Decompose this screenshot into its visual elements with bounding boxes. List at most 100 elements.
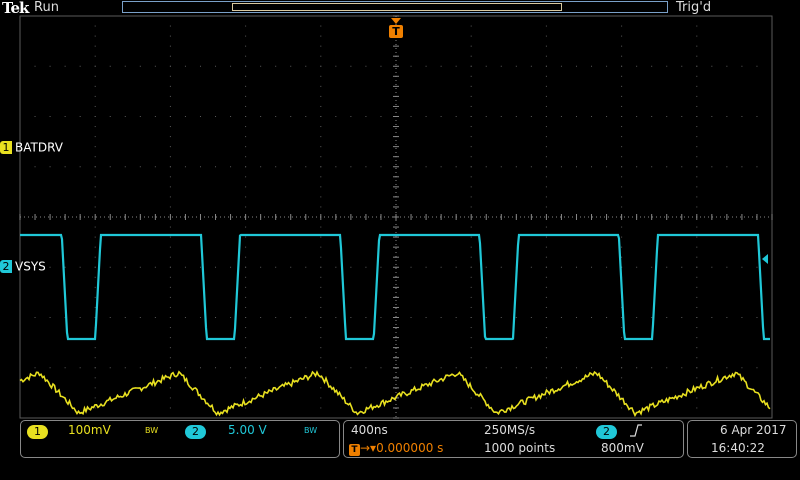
grid-dot <box>320 95 322 97</box>
grid-dot <box>49 367 51 369</box>
grid-dot <box>470 146 472 148</box>
grid-dot <box>94 276 96 278</box>
grid-dot <box>545 296 547 298</box>
grid-dot <box>109 166 111 168</box>
grid-dot <box>440 367 442 369</box>
grid-dot <box>94 65 96 67</box>
grid-dot <box>124 116 126 117</box>
grid-dot <box>470 126 472 128</box>
grid-dot <box>260 65 262 67</box>
grid-dot <box>380 166 382 168</box>
grid-dot <box>350 116 352 117</box>
grid-dot <box>124 367 126 369</box>
grid-dot <box>94 196 96 198</box>
grid-dot <box>560 65 562 67</box>
grid-dot <box>79 65 81 67</box>
grid-dot <box>245 196 247 198</box>
grid-dot <box>245 45 247 47</box>
grid-dot <box>425 166 427 168</box>
grid-dot <box>169 246 171 248</box>
channel-1-label[interactable]: 1 BATDRV <box>0 139 63 155</box>
grid-dot <box>651 367 653 369</box>
grid-dot <box>741 317 743 318</box>
trigger-marker-label: T <box>392 25 400 38</box>
grid-dot <box>545 136 547 138</box>
grid-dot <box>139 266 141 268</box>
grid-dot <box>621 146 623 148</box>
grid-dot <box>636 317 638 318</box>
grid-dot <box>109 65 111 67</box>
grid-dot <box>320 75 322 77</box>
grid-dot <box>169 397 171 399</box>
trigger-position-marker[interactable]: T <box>389 18 403 38</box>
grid-dot <box>79 166 81 168</box>
grid-dot <box>696 35 698 37</box>
grid-dot <box>681 65 683 67</box>
grid-dot <box>470 35 472 37</box>
grid-dot <box>455 166 457 168</box>
grid-dot <box>726 65 728 67</box>
grid-dot <box>184 166 186 168</box>
ch2-scale[interactable]: 5.00 V <box>228 423 267 437</box>
grid-dot <box>545 116 547 117</box>
grid-dot <box>756 317 758 318</box>
grid-dot <box>260 266 262 268</box>
grid-dot <box>305 166 307 168</box>
grid-dot <box>470 357 472 359</box>
grid-dot <box>696 176 698 178</box>
grid-dot <box>34 166 36 168</box>
ch1-badge[interactable]: 1 <box>27 425 48 439</box>
grid-dot <box>245 85 247 87</box>
grid-dot <box>305 65 307 67</box>
ch1-scale[interactable]: 100mV <box>68 423 111 437</box>
grid-dot <box>410 116 412 117</box>
grid-dot <box>681 317 683 318</box>
grid-dot <box>380 317 382 318</box>
grid-dot <box>726 367 728 369</box>
grid-dot <box>290 166 292 168</box>
timebase[interactable]: 400ns <box>351 423 388 437</box>
grid-dot <box>545 196 547 198</box>
oscilloscope-screen: Tek Run Trig'd T 1 BATDRV 2 VSYS 1 100mV B… <box>0 0 800 480</box>
grid-dot <box>94 146 96 148</box>
grid-dot <box>530 65 532 67</box>
vertical-settings-panel[interactable]: 1 100mV BW 2 5.00 V BW <box>20 420 340 458</box>
ch2-badge[interactable]: 2 <box>185 425 206 439</box>
channel-1-badge: 1 <box>0 141 12 154</box>
trigger-level-marker-icon[interactable] <box>762 254 768 264</box>
grid-dot <box>636 116 638 117</box>
grid-dot <box>320 266 322 268</box>
channel-2-label[interactable]: 2 VSYS <box>0 258 46 274</box>
trigger-source-badge[interactable]: 2 <box>596 425 617 439</box>
grid-dot <box>621 387 623 389</box>
grid-dot <box>290 367 292 369</box>
grid-dot <box>320 357 322 359</box>
grid-dot <box>245 166 247 168</box>
trigger-delay[interactable]: T →▾0.000000 s <box>349 441 443 456</box>
grid-dot <box>109 266 111 268</box>
grid-dot <box>741 266 743 268</box>
trigger-level[interactable]: 800mV <box>601 441 644 455</box>
grid-dot <box>230 166 232 168</box>
grid-dot <box>696 367 698 369</box>
grid-dot <box>94 95 96 97</box>
grid-dot <box>575 367 577 369</box>
grid-dot <box>215 166 217 168</box>
grid-dot <box>666 65 668 67</box>
grid-dot <box>305 367 307 369</box>
grid-dot <box>34 317 36 318</box>
grid-dot <box>169 266 171 268</box>
horizontal-trigger-panel[interactable]: 400ns 250MS/s 2 T →▾0.000000 s 1000 point… <box>343 420 684 458</box>
grid-dot <box>215 317 217 318</box>
grid-dot <box>245 156 247 158</box>
sample-rate: 250MS/s <box>484 423 536 437</box>
grid-dot <box>49 65 51 67</box>
grid-dot <box>169 95 171 97</box>
grid-dot <box>94 156 96 158</box>
grid-dot <box>545 256 547 258</box>
grid-dot <box>696 226 698 228</box>
grid-dot <box>290 317 292 318</box>
grid-dot <box>440 317 442 318</box>
grid-dot <box>320 397 322 399</box>
grid-dot <box>711 317 713 318</box>
